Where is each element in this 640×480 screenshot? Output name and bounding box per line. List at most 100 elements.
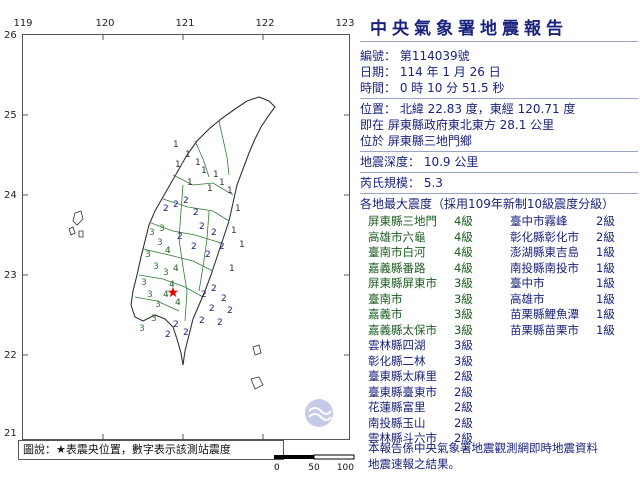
intensity-place: 屏東縣屏東市 <box>368 276 437 290</box>
intensity-row: 高雄市六龜 4級 彰化縣彰化市 2級 <box>360 230 638 246</box>
intensity-place: 花蓮縣富里 <box>368 400 426 414</box>
intensity-place: 臺中市 <box>510 276 545 290</box>
lat-label-21: 21 <box>4 428 17 439</box>
intensity-place: 嘉義市 <box>368 307 403 321</box>
station-intensity: 2 <box>165 330 171 340</box>
station-intensity: 2 <box>191 242 197 252</box>
station-intensity: 2 <box>183 328 189 338</box>
intensity-level: 3級 <box>454 353 473 368</box>
scale-tick-50: 50 <box>308 463 320 473</box>
intensity-level: 2級 <box>596 229 615 244</box>
intensity-level: 4級 <box>454 245 473 259</box>
intensity-place: 嘉義縣番路 <box>368 260 426 275</box>
intensity-place: 臺東縣臺東市 <box>368 384 437 399</box>
intensity-row: 嘉義市 3級 苗栗縣鯉魚潭 1級 <box>360 307 638 323</box>
station-intensity: 1 <box>195 158 201 168</box>
intensity-row: 屏東縣三地門 4級 臺中市霧峰 2級 <box>360 214 638 230</box>
report-location-township: 位於 屏東縣三地門鄉 <box>360 134 472 148</box>
report-time: 時間： 0 時 10 分 51.5 秒 <box>360 81 505 95</box>
station-intensity: 1 <box>239 240 245 250</box>
taiwan-map[interactable]: 1111111111222222222233333333334444422212… <box>22 34 350 440</box>
footer-line-1: 本報告係中央氣象署地震觀測網即時地震資料 <box>368 441 598 455</box>
legend-text: 圖說：★表震央位置，數字表示該測站震度 <box>23 443 231 456</box>
intensity-level: 1級 <box>596 245 615 259</box>
intensity-place: 臺南市白河 <box>368 245 426 259</box>
intensity-place: 嘉義縣太保市 <box>368 322 437 337</box>
epicenter-star: ★ <box>167 285 180 301</box>
lon-label-119: 119 <box>13 18 33 29</box>
station-intensity: 2 <box>193 208 199 218</box>
lat-label-26: 26 <box>4 30 17 41</box>
intensity-place: 雲林縣四湖 <box>368 338 426 352</box>
station-intensity: 1 <box>185 150 191 160</box>
report-number: 編號： 第114039號 <box>360 49 470 63</box>
intensity-level: 2級 <box>454 400 473 414</box>
divider <box>360 193 638 194</box>
intensity-level: 2級 <box>454 415 473 430</box>
intensity-place: 南投縣玉山 <box>368 415 426 430</box>
station-intensity: 2 <box>205 250 211 260</box>
title-divider <box>360 41 638 42</box>
intensity-level: 1級 <box>596 307 615 321</box>
intensity-row: 臺東縣太麻里 2級 <box>360 369 638 385</box>
intensity-level: 3級 <box>454 276 473 290</box>
station-intensity: 3 <box>151 314 157 324</box>
intensity-place: 苗栗縣苗栗市 <box>510 322 579 337</box>
station-intensity: 4 <box>173 264 179 274</box>
station-intensity: 1 <box>227 186 233 196</box>
intensity-place: 彰化縣彰化市 <box>510 229 579 244</box>
intensity-level: 2級 <box>454 384 473 399</box>
station-intensity: 2 <box>211 228 217 238</box>
intensity-level: 1級 <box>596 276 615 290</box>
intensity-row: 嘉義縣番路 4級 南投縣南投市 1級 <box>360 261 638 277</box>
lat-label-23: 23 <box>4 270 17 281</box>
report-title: 中央氣象署地震報告 <box>370 19 568 39</box>
station-intensity: 2 <box>173 200 179 210</box>
station-intensity: 3 <box>163 268 169 278</box>
intensity-place: 臺中市霧峰 <box>510 214 568 228</box>
intensity-level: 2級 <box>596 214 615 228</box>
report-date: 日期： 114 年 1 月 26 日 <box>360 65 501 79</box>
intensity-place: 澎湖縣東吉島 <box>510 245 579 259</box>
intensity-row: 嘉義縣太保市 3級 苗栗縣苗栗市 1級 <box>360 323 638 339</box>
intensity-level: 3級 <box>454 338 473 352</box>
station-intensity: 2 <box>227 306 233 316</box>
intensity-level: 3級 <box>454 291 473 306</box>
intensity-table: 屏東縣三地門 4級 臺中市霧峰 2級 高雄市六龜 4級 彰化縣彰化市 2級 臺南市白河 4級 澎湖縣… <box>360 214 638 447</box>
intensity-row: 雲林縣四湖 3級 <box>360 338 638 354</box>
lon-label-121: 121 <box>175 18 195 29</box>
intensity-place: 臺南市 <box>368 291 403 306</box>
station-intensity: 2 <box>163 204 169 214</box>
station-intensity: 1 <box>175 160 181 170</box>
station-intensity: 2 <box>211 284 217 294</box>
intensity-header: 各地最大震度（採用109年新制10級震度分級） <box>360 197 615 211</box>
station-intensity: 2 <box>221 294 227 304</box>
intensity-place: 高雄市六龜 <box>368 229 426 244</box>
intensity-row: 臺南市 3級 高雄市 1級 <box>360 292 638 308</box>
station-intensity: 2 <box>217 318 223 328</box>
intensity-row: 臺南市白河 4級 澎湖縣東吉島 1級 <box>360 245 638 261</box>
intensity-level: 1級 <box>596 322 615 337</box>
map-panel: 119 120 121 122 123 26 25 24 23 22 21 1 … <box>4 4 355 478</box>
scale-bar: 0 50 100 <box>274 454 355 473</box>
lanyu-island <box>250 376 264 390</box>
station-intensity: 3 <box>153 262 159 272</box>
station-intensity: 1 <box>187 178 193 188</box>
taiwan-map-svg: 1111 1111112 2 2222222233333333334444422212… <box>23 35 349 439</box>
station-intensity: 2 <box>199 222 205 232</box>
scale-tick-0: 0 <box>274 463 280 473</box>
station-intensity: 3 <box>145 250 151 260</box>
station-intensity: 3 <box>157 238 163 248</box>
footer-line-2: 地震速報之結果。 <box>368 457 460 471</box>
station-intensity: 2 <box>201 290 207 300</box>
intensity-row: 花蓮縣富里 2級 <box>360 400 638 416</box>
report-position: 位置： 北緯 22.83 度，東經 120.71 度 <box>360 102 576 116</box>
intensity-level: 2級 <box>454 369 473 383</box>
station-intensity: 1 <box>219 178 225 188</box>
station-intensity: 1 <box>231 226 237 236</box>
penghu-islands <box>68 210 84 238</box>
station-intensity: 2 <box>173 320 179 330</box>
cwa-logo <box>305 399 333 427</box>
station-intensity: 1 <box>207 184 213 194</box>
intensity-place: 彰化縣二林 <box>368 353 426 368</box>
